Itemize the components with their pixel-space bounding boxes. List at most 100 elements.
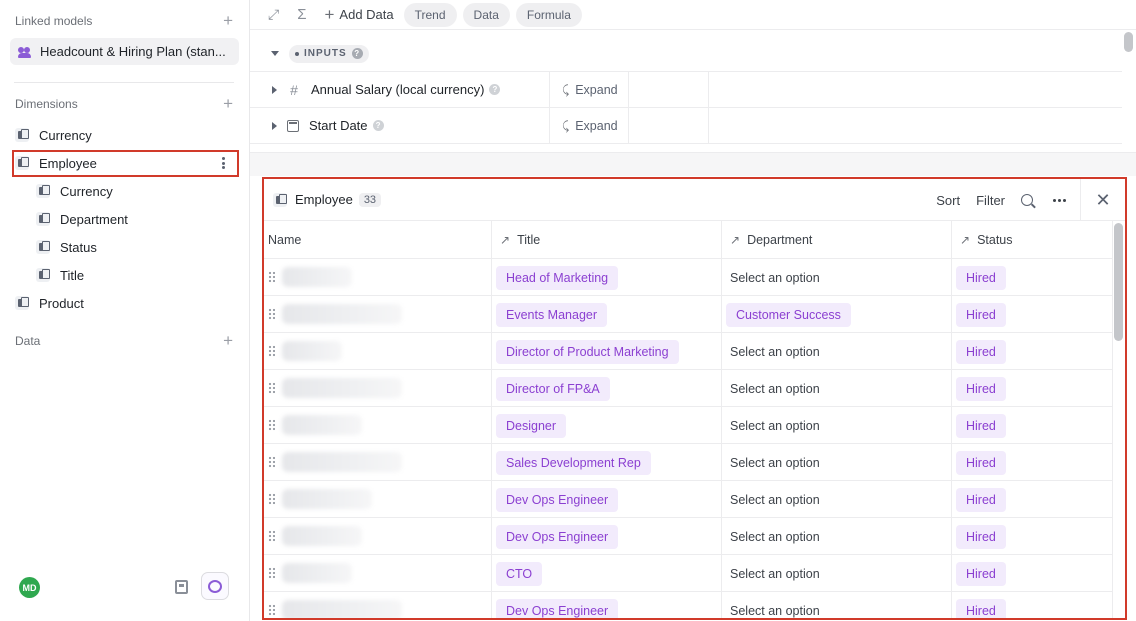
department-placeholder[interactable]: Select an option xyxy=(730,555,820,592)
department-placeholder[interactable]: Select an option xyxy=(730,370,820,407)
department-placeholder[interactable]: Select an option xyxy=(730,518,820,555)
trend-chip[interactable]: Trend xyxy=(403,2,457,27)
book-icon[interactable] xyxy=(175,580,188,594)
sidebar-item-department[interactable]: Department xyxy=(36,207,128,231)
title-tag[interactable]: Designer xyxy=(496,414,567,438)
table-row[interactable]: Designer Select an option Hired xyxy=(264,407,1112,444)
sidebar-item-currency[interactable]: Currency xyxy=(15,123,92,147)
department-placeholder[interactable]: Select an option xyxy=(730,333,820,370)
drag-handle-icon[interactable] xyxy=(268,308,275,320)
name-cell-redacted[interactable] xyxy=(282,489,372,509)
sidebar-item-employee-currency[interactable]: Currency xyxy=(36,179,113,203)
department-placeholder[interactable]: Select an option xyxy=(730,481,820,518)
input-name[interactable]: Start Date xyxy=(309,118,368,133)
linked-model-item[interactable]: Headcount & Hiring Plan (stan... xyxy=(10,38,239,65)
drag-handle-icon[interactable] xyxy=(268,382,275,394)
input-name[interactable]: Annual Salary (local currency) xyxy=(311,82,484,97)
help-icon[interactable]: ? xyxy=(372,120,384,131)
table-row[interactable]: Dev Ops Engineer Select an option Hired xyxy=(264,592,1112,618)
sidebar-item-title[interactable]: Title xyxy=(36,263,84,287)
title-tag[interactable]: Director of Product Marketing xyxy=(496,340,679,364)
name-cell-redacted[interactable] xyxy=(282,341,342,361)
name-cell-redacted[interactable] xyxy=(282,378,402,398)
drag-handle-icon[interactable] xyxy=(268,456,275,468)
table-row[interactable]: Sales Development Rep Select an option Hir… xyxy=(264,444,1112,481)
close-icon[interactable]: ✕ xyxy=(1081,190,1125,211)
collapse-caret-icon[interactable] xyxy=(271,51,279,56)
filter-button[interactable]: Filter xyxy=(976,193,1005,208)
department-placeholder[interactable]: Select an option xyxy=(730,444,820,481)
add-dimension-icon[interactable]: + xyxy=(223,95,233,112)
expand-button[interactable]: ⤹ Expand xyxy=(549,108,629,144)
drag-handle-icon[interactable] xyxy=(268,567,275,579)
formula-chip[interactable]: Formula xyxy=(515,2,582,27)
status-tag[interactable]: Hired xyxy=(956,488,1006,512)
status-tag[interactable]: Hired xyxy=(956,266,1006,290)
data-chip[interactable]: Data xyxy=(462,2,510,27)
title-tag[interactable]: Dev Ops Engineer xyxy=(496,488,619,512)
sort-button[interactable]: Sort xyxy=(936,193,960,208)
status-tag[interactable]: Hired xyxy=(956,599,1006,618)
table-row[interactable]: Dev Ops Engineer Select an option Hired xyxy=(264,518,1112,555)
department-tag[interactable]: Customer Success xyxy=(726,303,851,327)
value-cell[interactable] xyxy=(629,72,709,108)
drag-handle-icon[interactable] xyxy=(268,345,275,357)
name-cell-redacted[interactable] xyxy=(282,563,352,583)
department-placeholder[interactable]: Select an option xyxy=(730,259,820,296)
sigma-icon[interactable]: Σ xyxy=(297,6,306,23)
table-row[interactable]: Head of Marketing Select an option Hired xyxy=(264,259,1112,296)
title-tag[interactable]: Dev Ops Engineer xyxy=(496,525,619,549)
expand-caret-icon[interactable] xyxy=(272,85,277,94)
name-cell-redacted[interactable] xyxy=(282,415,362,435)
help-icon[interactable]: ? xyxy=(489,84,501,95)
name-cell-redacted[interactable] xyxy=(282,600,402,618)
title-tag[interactable]: Events Manager xyxy=(496,303,608,327)
title-tag[interactable]: Sales Development Rep xyxy=(496,451,651,475)
expand-arrows-icon[interactable]: ⤢ xyxy=(268,6,279,23)
name-cell-redacted[interactable] xyxy=(282,304,402,324)
title-tag[interactable]: Director of FP&A xyxy=(496,377,610,401)
title-tag[interactable]: Dev Ops Engineer xyxy=(496,599,619,618)
table-row[interactable]: Events Manager Customer Success Hired xyxy=(264,296,1112,333)
status-tag[interactable]: Hired xyxy=(956,303,1006,327)
column-header-status[interactable]: ↗ Status xyxy=(951,221,1112,259)
value-cell[interactable] xyxy=(629,108,709,144)
name-cell-redacted[interactable] xyxy=(282,267,352,287)
chat-button[interactable] xyxy=(201,572,229,600)
help-icon[interactable]: ? xyxy=(351,48,363,59)
drag-handle-icon[interactable] xyxy=(268,493,275,505)
search-icon[interactable] xyxy=(1021,194,1033,206)
status-tag[interactable]: Hired xyxy=(956,562,1006,586)
table-row[interactable]: Director of Product Marketing Select an o… xyxy=(264,333,1112,370)
status-tag[interactable]: Hired xyxy=(956,377,1006,401)
sidebar-item-employee[interactable]: Employee xyxy=(15,151,97,175)
add-data-icon[interactable]: + xyxy=(223,332,233,349)
status-tag[interactable]: Hired xyxy=(956,525,1006,549)
column-header-title[interactable]: ↗ Title xyxy=(491,221,721,259)
status-tag[interactable]: Hired xyxy=(956,340,1006,364)
title-tag[interactable]: Head of Marketing xyxy=(496,266,619,290)
status-tag[interactable]: Hired xyxy=(956,451,1006,475)
drag-handle-icon[interactable] xyxy=(268,530,275,542)
add-data-button[interactable]: + Add Data xyxy=(324,5,393,25)
sidebar-item-status[interactable]: Status xyxy=(36,235,97,259)
drag-handle-icon[interactable] xyxy=(268,271,275,283)
scrollbar[interactable] xyxy=(1124,32,1133,52)
title-tag[interactable]: CTO xyxy=(496,562,543,586)
expand-caret-icon[interactable] xyxy=(272,121,277,130)
more-icon[interactable] xyxy=(1053,198,1066,202)
status-tag[interactable]: Hired xyxy=(956,414,1006,438)
table-row[interactable]: CTO Select an option Hired xyxy=(264,555,1112,592)
drag-handle-icon[interactable] xyxy=(268,604,275,616)
scrollbar[interactable] xyxy=(1114,223,1123,341)
table-row[interactable]: Dev Ops Engineer Select an option Hired xyxy=(264,481,1112,518)
table-row[interactable]: Director of FP&A Select an option Hired xyxy=(264,370,1112,407)
more-options-icon[interactable] xyxy=(222,155,226,171)
sidebar-item-product[interactable]: Product xyxy=(15,291,84,315)
name-cell-redacted[interactable] xyxy=(282,526,362,546)
column-header-department[interactable]: ↗ Department xyxy=(721,221,951,259)
expand-button[interactable]: ⤹ Expand xyxy=(549,72,629,108)
column-header-name[interactable]: Name xyxy=(264,221,491,259)
name-cell-redacted[interactable] xyxy=(282,452,402,472)
avatar[interactable]: MD xyxy=(19,577,40,598)
